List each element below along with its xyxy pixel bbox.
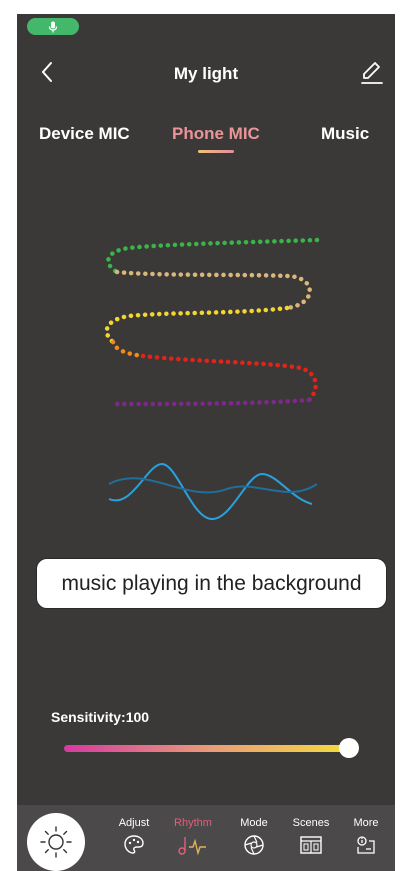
microphone-icon xyxy=(48,21,58,32)
listening-banner: music playing in the background xyxy=(36,558,387,609)
bottom-nav: Adjust Rhythm Mode Scenes More xyxy=(17,805,395,871)
mic-source-tabs: Device MIC Phone MIC Music xyxy=(17,124,395,164)
more-icon xyxy=(357,836,375,854)
led-strip-purple-segment xyxy=(110,397,312,407)
sensitivity-label: Sensitivity:100 xyxy=(51,709,150,725)
tab-device-mic[interactable]: Device MIC xyxy=(39,124,130,144)
nav-item-rhythm[interactable]: Rhythm xyxy=(167,817,219,857)
nav-item-scenes[interactable]: Scenes xyxy=(285,817,337,857)
music-note-icon xyxy=(178,837,206,856)
nav-label-mode: Mode xyxy=(240,817,268,829)
led-strip-orange-segment xyxy=(110,339,146,359)
tab-phone-mic[interactable]: Phone MIC xyxy=(172,124,260,144)
power-button[interactable] xyxy=(27,813,85,871)
sensitivity-slider-thumb[interactable] xyxy=(339,738,359,758)
sun-icon xyxy=(40,826,72,858)
edit-button[interactable] xyxy=(359,58,385,86)
sound-wave-graphic xyxy=(108,462,318,521)
mode-icon xyxy=(244,835,264,855)
led-strip-red-segment xyxy=(140,353,318,403)
active-tab-indicator xyxy=(198,150,234,153)
nav-label-scenes: Scenes xyxy=(292,817,330,829)
led-strip-green-segment xyxy=(106,237,320,275)
led-strip-tan-segment xyxy=(114,269,312,311)
nav-label-more: More xyxy=(353,817,379,829)
scenes-icon xyxy=(300,836,322,854)
nav-item-mode[interactable]: Mode xyxy=(228,817,280,857)
page-title: My light xyxy=(173,64,239,83)
nav-item-more[interactable]: More xyxy=(340,817,392,857)
pencil-icon xyxy=(361,62,383,84)
nav-label-rhythm: Rhythm xyxy=(174,817,212,829)
screen: My light Device MIC Phone MIC Music musi… xyxy=(17,14,395,871)
nav-item-adjust[interactable]: Adjust xyxy=(108,817,160,857)
mic-indicator xyxy=(27,18,79,35)
sensitivity-slider[interactable] xyxy=(64,745,352,752)
palette-icon xyxy=(124,835,144,854)
led-strip-yellow-segment xyxy=(104,305,290,345)
tab-music[interactable]: Music xyxy=(321,124,369,144)
nav-label-adjust: Adjust xyxy=(118,817,150,829)
led-strip-graphic xyxy=(104,237,320,407)
